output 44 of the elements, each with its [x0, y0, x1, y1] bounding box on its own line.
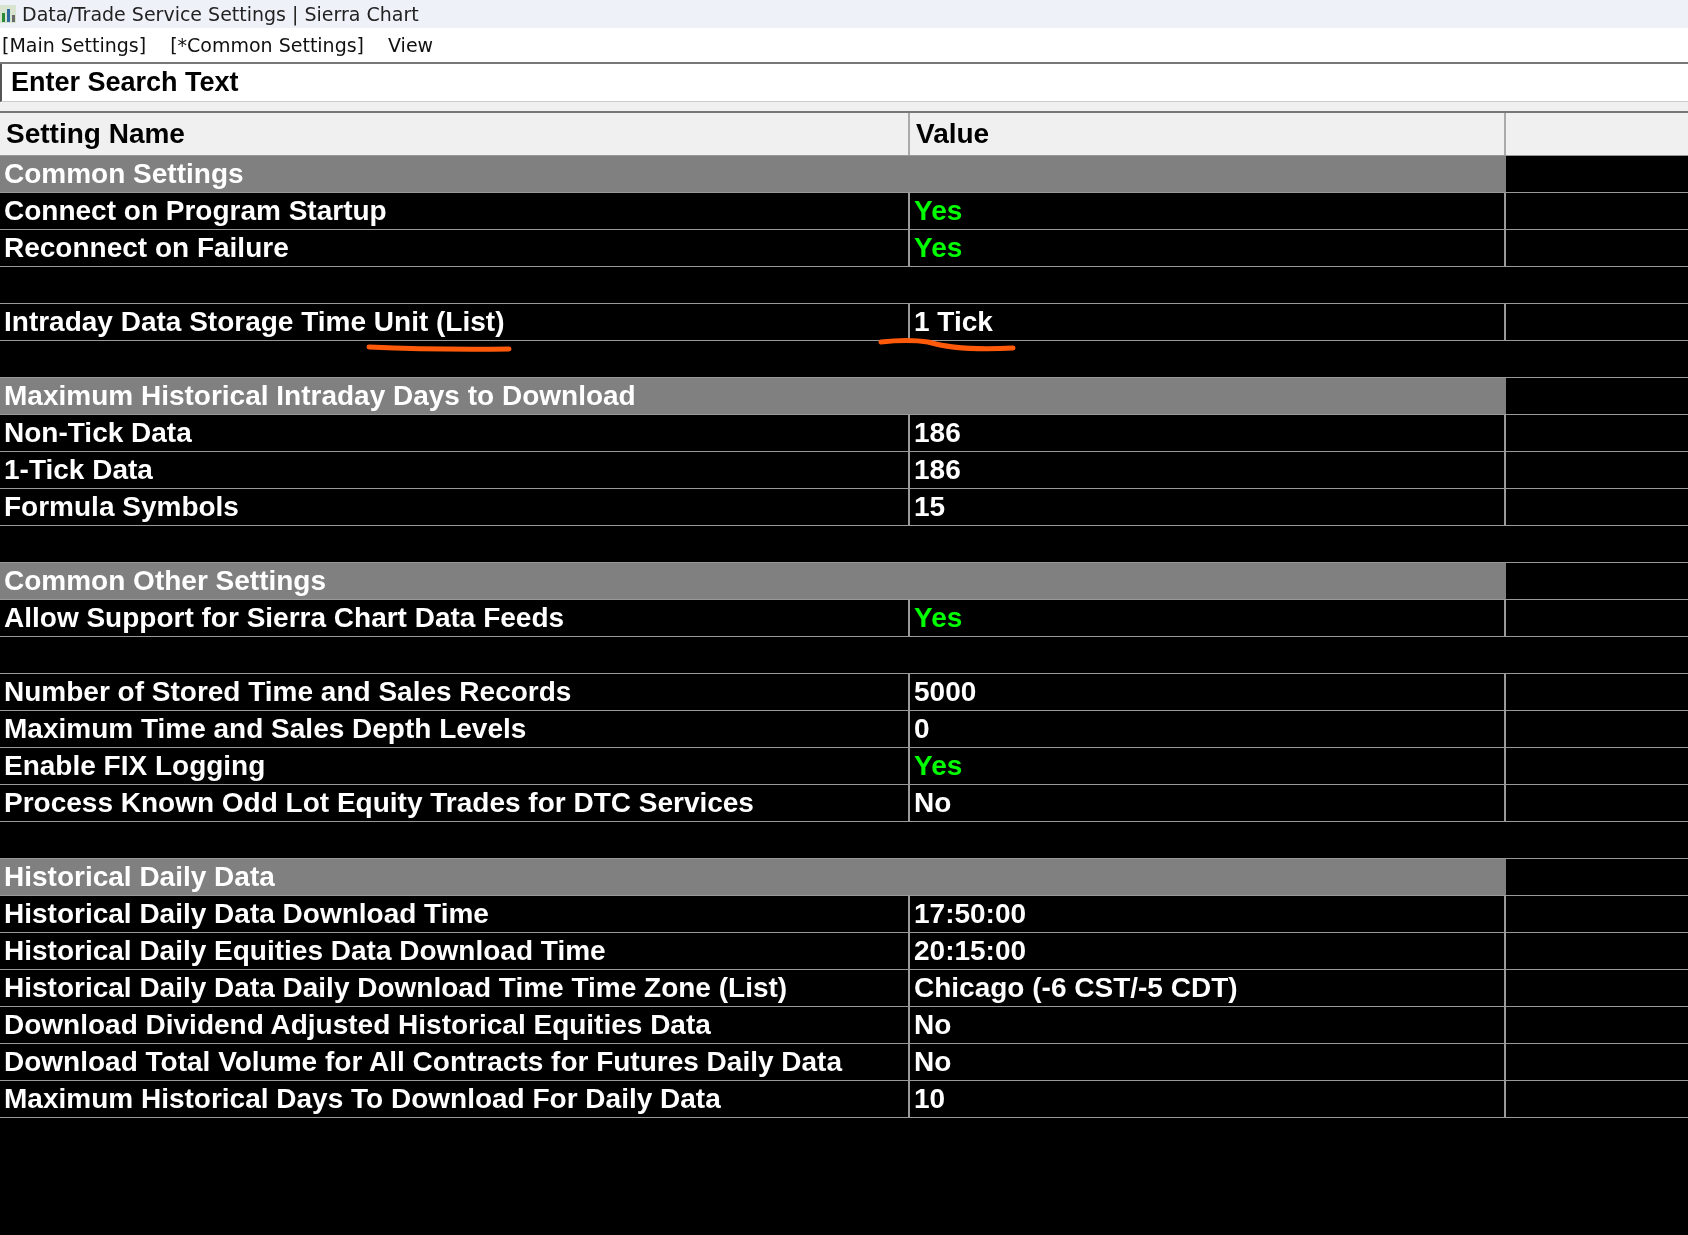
section-header: Common Settings [0, 156, 1506, 192]
setting-value[interactable]: No [910, 1007, 1506, 1043]
setting-value[interactable]: 186 [910, 452, 1506, 488]
menu-item[interactable]: [Main Settings] [2, 34, 147, 56]
setting-value[interactable]: Chicago (-6 CST/-5 CDT) [910, 970, 1506, 1006]
menu-item[interactable]: View [388, 34, 434, 56]
setting-name[interactable]: Non-Tick Data [0, 415, 910, 451]
section-header: Common Other Settings [0, 563, 1506, 599]
setting-value[interactable]: Yes [910, 600, 1506, 636]
setting-name[interactable]: Maximum Time and Sales Depth Levels [0, 711, 910, 747]
setting-value[interactable]: 15 [910, 489, 1506, 525]
setting-value[interactable]: 1 Tick [910, 304, 1506, 340]
setting-name[interactable]: Download Dividend Adjusted Historical Equities Data [0, 1007, 910, 1043]
setting-value[interactable]: Yes [910, 748, 1506, 784]
chart-app-icon [0, 5, 16, 23]
setting-name[interactable]: Process Known Odd Lot Equity Trades for DTC Services [0, 785, 910, 821]
setting-name[interactable]: Allow Support for Sierra Chart Data Feeds [0, 600, 910, 636]
section-header: Maximum Historical Intraday Days to Download [0, 378, 1506, 414]
setting-name[interactable]: Connect on Program Startup [0, 193, 910, 229]
setting-value[interactable]: 186 [910, 415, 1506, 451]
setting-name[interactable]: Enable FIX Logging [0, 748, 910, 784]
setting-value[interactable]: No [910, 785, 1506, 821]
setting-value[interactable]: Yes [910, 230, 1506, 266]
section-header: Historical Daily Data [0, 859, 1506, 895]
setting-name[interactable]: Number of Stored Time and Sales Records [0, 674, 910, 710]
menu-item[interactable]: [*Common Settings] [170, 34, 365, 56]
search-field[interactable]: Enter Search Text [0, 64, 1688, 102]
setting-name[interactable]: Historical Daily Equities Data Download Time [0, 933, 910, 969]
setting-value[interactable]: 0 [910, 711, 1506, 747]
window-title: Data/Trade Service Settings | Sierra Chart [22, 3, 419, 25]
setting-value[interactable]: 10 [910, 1081, 1506, 1117]
setting-name[interactable]: Formula Symbols [0, 489, 910, 525]
setting-value[interactable]: Yes [910, 193, 1506, 229]
setting-value[interactable]: 5000 [910, 674, 1506, 710]
setting-value[interactable]: No [910, 1044, 1506, 1080]
setting-value[interactable]: 20:15:00 [910, 933, 1506, 969]
setting-name[interactable]: 1-Tick Data [0, 452, 910, 488]
setting-name[interactable]: Maximum Historical Days To Download For Daily Data [0, 1081, 910, 1117]
setting-name[interactable]: Intraday Data Storage Time Unit (List) [0, 304, 910, 340]
setting-name[interactable]: Historical Daily Data Download Time [0, 896, 910, 932]
setting-value[interactable]: 17:50:00 [910, 896, 1506, 932]
setting-name[interactable]: Historical Daily Data Daily Download Time Time Zone (List) [0, 970, 910, 1006]
setting-name[interactable]: Reconnect on Failure [0, 230, 910, 266]
setting-name[interactable]: Download Total Volume for All Contracts for Futures Daily Data [0, 1044, 910, 1080]
